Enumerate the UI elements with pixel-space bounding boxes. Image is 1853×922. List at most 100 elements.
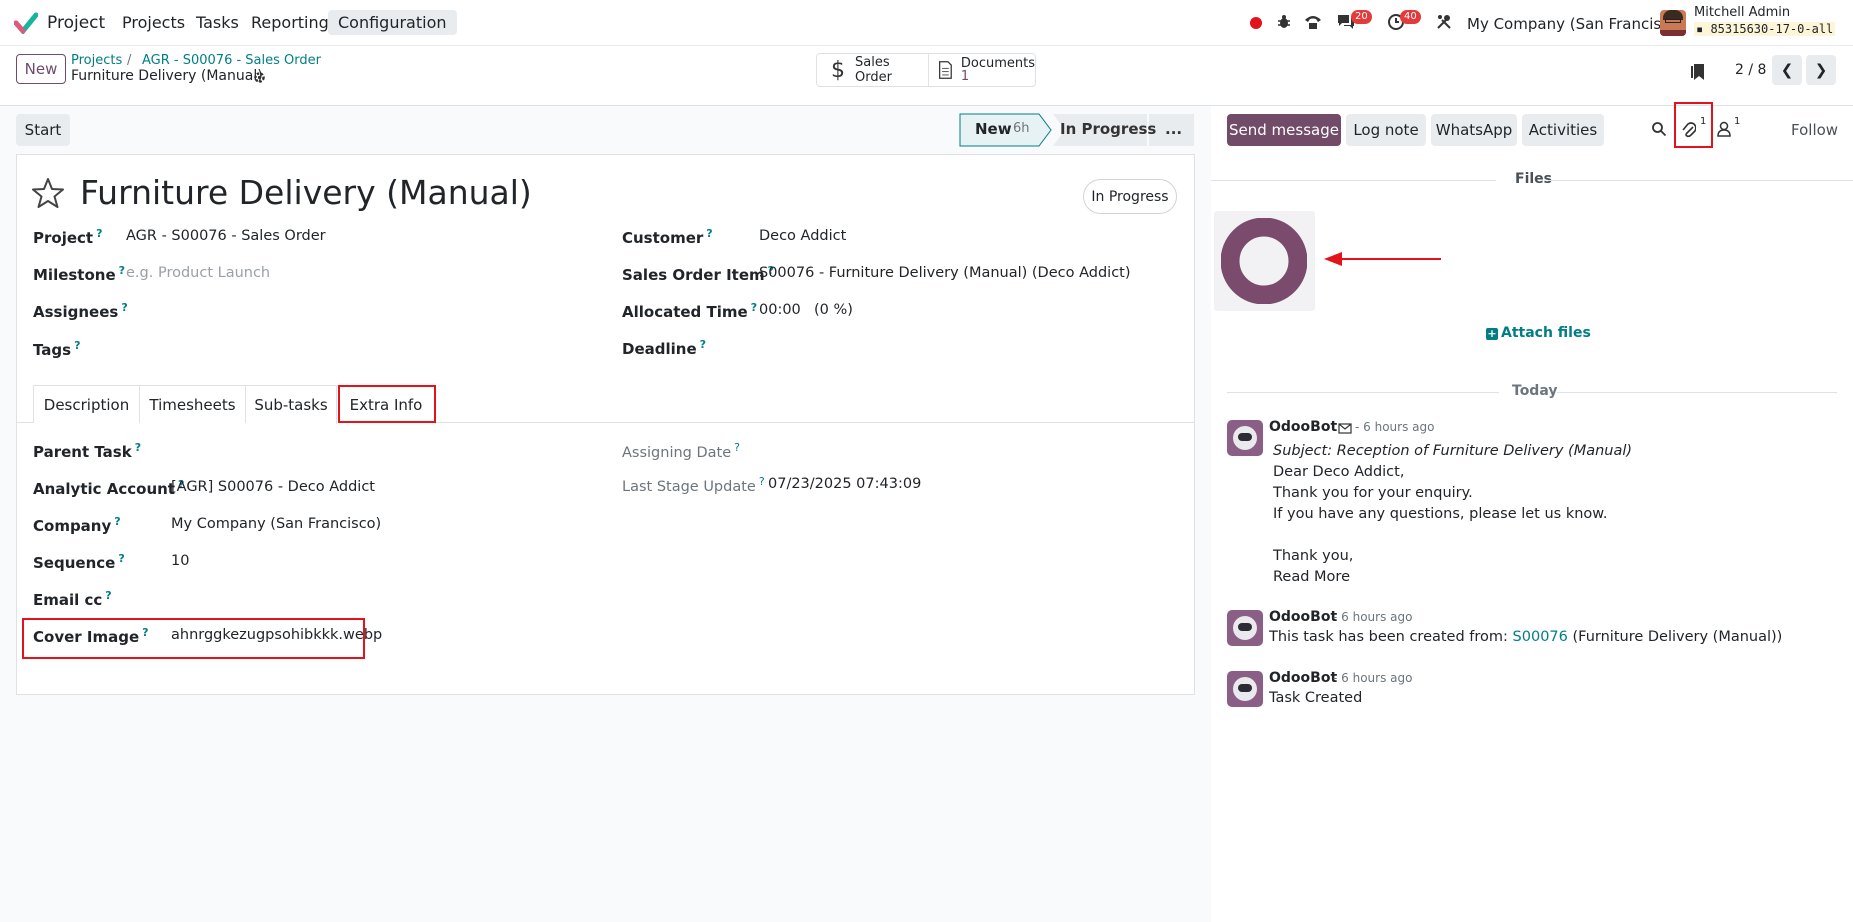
new-button[interactable]: New (16, 54, 66, 84)
help-icon[interactable]: ? (700, 338, 706, 351)
pager-previous-button[interactable]: ❮ (1772, 55, 1802, 85)
odoobot-avatar[interactable] (1227, 420, 1263, 456)
smart-button-documents[interactable]: Documents 1 (928, 53, 1036, 87)
menu-tasks[interactable]: Tasks (196, 11, 239, 34)
breadcrumb-projects[interactable]: Projects (71, 53, 122, 68)
odoobot-face (1233, 677, 1257, 701)
sales-order-item-label: Sales Order Item? (622, 264, 774, 284)
tags-field[interactable] (126, 338, 576, 360)
help-icon[interactable]: ? (751, 301, 757, 314)
log-note-button[interactable]: Log note (1346, 114, 1426, 146)
debug-bug-icon[interactable] (1276, 14, 1292, 30)
help-icon[interactable]: ? (114, 515, 120, 528)
files-divider-right (1548, 180, 1853, 181)
help-icon[interactable]: ? (74, 339, 80, 352)
message-author[interactable]: OdooBot (1269, 419, 1337, 435)
activities-button[interactable]: Activities (1522, 114, 1604, 146)
sales-order-item-field[interactable]: S00076 - Furniture Delivery (Manual) (De… (759, 265, 1131, 281)
help-icon[interactable]: ? (734, 441, 740, 454)
sale-order-link[interactable]: S00076 (1513, 629, 1568, 645)
stage-in-progress[interactable]: In Progress (1060, 120, 1156, 138)
files-heading: Files (1515, 171, 1552, 187)
project-label: Project? (33, 227, 102, 247)
app-logo-icon[interactable] (14, 12, 38, 34)
control-panel: New Projects / AGR - S00076 - Sales Orde… (0, 46, 1853, 106)
company-field[interactable]: My Company (San Francisco) (171, 516, 381, 532)
customer-field[interactable]: Deco Addict (759, 228, 846, 244)
tab-timesheets[interactable]: Timesheets (139, 385, 246, 423)
bookmark-icon[interactable] (1691, 63, 1705, 81)
sales-order-item-label-text: Sales Order Item (622, 266, 765, 284)
help-icon[interactable]: ? (119, 264, 125, 277)
followers-button[interactable]: 1 (1715, 116, 1745, 146)
follow-button[interactable]: Follow (1791, 121, 1838, 139)
help-icon[interactable]: ? (706, 227, 712, 240)
send-message-button[interactable]: Send message (1227, 114, 1341, 146)
help-icon[interactable]: ? (105, 589, 111, 602)
assignees-field[interactable] (126, 300, 576, 322)
attachment-thumbnail[interactable] (1214, 211, 1315, 311)
breadcrumb-project[interactable]: AGR - S00076 - Sales Order (142, 53, 321, 68)
tab-description[interactable]: Description (33, 385, 140, 423)
help-icon[interactable]: ? (759, 475, 765, 488)
assigning-date-label-text: Assigning Date (622, 444, 732, 461)
analytic-account-field[interactable]: [AGR] S00076 - Deco Addict (171, 479, 375, 495)
stage-more[interactable]: ... (1165, 120, 1182, 138)
kanban-state-badge[interactable]: In Progress (1083, 179, 1177, 214)
allocated-time-label-text: Allocated Time (622, 303, 748, 321)
message-body: Task Created (1269, 690, 1363, 706)
sequence-field[interactable]: 10 (171, 553, 189, 569)
gear-icon[interactable] (253, 71, 266, 84)
allocated-time-field[interactable]: 00:00 (759, 302, 801, 318)
odoobot-avatar[interactable] (1227, 610, 1263, 646)
odoobot-avatar[interactable] (1227, 671, 1263, 707)
stage-new[interactable]: New (975, 120, 1012, 138)
smart-button-documents-text: Documents 1 (961, 57, 1035, 83)
top-navbar: Project Projects Tasks Reporting Configu… (0, 0, 1853, 46)
menu-reporting[interactable]: Reporting (251, 11, 329, 34)
email-cc-field[interactable] (171, 588, 591, 610)
recording-indicator-icon[interactable] (1250, 17, 1262, 29)
smart-button-sales-order-label: Sales Order (855, 55, 892, 85)
menu-projects[interactable]: Projects (122, 11, 185, 34)
help-icon[interactable]: ? (135, 441, 141, 454)
menu-configuration[interactable]: Configuration (328, 10, 457, 35)
company-switcher[interactable]: My Company (San Francisco) (1467, 13, 1684, 35)
deadline-field[interactable] (759, 337, 1179, 359)
dollar-icon: $ (831, 57, 845, 83)
read-more-link[interactable]: Read More (1273, 569, 1350, 585)
smart-button-documents-label: Documents (960, 56, 1035, 71)
last-stage-update-field: 07/23/2025 07:43:09 (768, 476, 922, 492)
envelope-icon (1338, 423, 1352, 434)
parent-task-field[interactable] (171, 440, 591, 462)
followers-count: 1 (1734, 116, 1741, 127)
today-divider-left (1227, 392, 1499, 393)
user-avatar[interactable] (1660, 10, 1686, 36)
start-button[interactable]: Start (16, 114, 70, 146)
breadcrumb-separator: / (127, 53, 132, 68)
help-icon[interactable]: ? (118, 552, 124, 565)
tab-sub-tasks[interactable]: Sub-tasks (245, 385, 337, 423)
milestone-field[interactable]: e.g. Product Launch (126, 265, 270, 281)
search-icon[interactable] (1651, 121, 1667, 137)
today-divider-right (1557, 392, 1837, 393)
project-field[interactable]: AGR - S00076 - Sales Order (126, 228, 326, 244)
task-title[interactable]: Furniture Delivery (Manual) (80, 173, 532, 212)
whatsapp-button[interactable]: WhatsApp (1431, 114, 1517, 146)
pager-next-button[interactable]: ❯ (1806, 55, 1836, 85)
message-line: Thank you, (1273, 548, 1354, 564)
message-author[interactable]: OdooBot (1269, 609, 1337, 625)
tools-icon[interactable] (1436, 14, 1452, 30)
files-divider-left (1211, 180, 1496, 181)
message-author[interactable]: OdooBot (1269, 670, 1337, 686)
annotation-box-attachments (1674, 102, 1713, 148)
app-name[interactable]: Project (47, 11, 105, 35)
star-icon[interactable] (32, 177, 64, 209)
smart-button-sales-order[interactable]: $ Sales Order (816, 53, 929, 87)
attach-files-button[interactable]: + Attach files (1486, 325, 1591, 341)
user-name[interactable]: Mitchell Admin (1694, 5, 1790, 20)
phone-icon[interactable] (1303, 14, 1323, 30)
odoobot-face (1233, 426, 1257, 450)
pager-value[interactable]: 2 / 8 (1735, 62, 1766, 78)
help-icon[interactable]: ? (96, 227, 102, 240)
